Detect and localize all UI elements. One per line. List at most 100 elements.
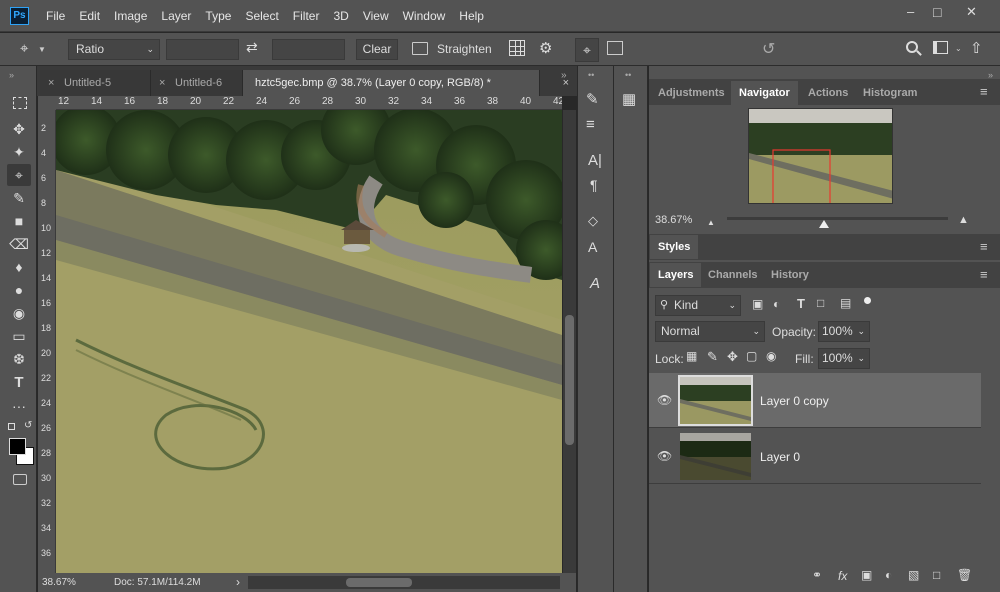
layer-mask-icon[interactable]: ▣ xyxy=(861,568,872,582)
marquee-tool-icon[interactable] xyxy=(13,97,27,109)
tab-hztc5gec[interactable]: hztc5gec.bmp @ 38.7% (Layer 0 copy, RGB/… xyxy=(243,70,569,96)
blend-mode-select[interactable]: Normal ⌄ xyxy=(655,321,765,342)
grid-overlay-icon[interactable] xyxy=(509,40,525,56)
adjustment-layer-icon[interactable]: ◐ xyxy=(885,568,892,582)
swap-icon[interactable]: ⇄ xyxy=(246,39,258,56)
straighten-label[interactable]: Straighten xyxy=(437,42,492,56)
tab-navigator[interactable]: Navigator xyxy=(731,81,798,105)
layer-name[interactable]: Layer 0 copy xyxy=(760,394,829,408)
blur-tool-icon[interactable]: ● xyxy=(7,279,31,301)
collapse-icon[interactable]: •• xyxy=(588,70,594,80)
eraser-tool-icon[interactable]: ⌫ xyxy=(7,233,31,255)
navigator-zoom[interactable]: 38.67% xyxy=(655,214,692,226)
panel-menu-icon[interactable]: ≡ xyxy=(980,239,988,254)
stamp-tool-icon[interactable]: ■ xyxy=(7,210,31,232)
tab-untitled-5[interactable]: × Untitled-5 xyxy=(40,70,151,96)
menu-filter[interactable]: Filter xyxy=(293,9,320,23)
eyedropper-icon[interactable]: ❆ xyxy=(7,348,31,370)
chevron-down-icon[interactable]: ⌄ xyxy=(955,44,962,53)
status-menu-icon[interactable]: › xyxy=(236,573,240,592)
swap-colors-icon[interactable]: ↺ xyxy=(24,420,32,431)
new-layer-icon[interactable]: □ xyxy=(933,568,940,582)
reset-icon[interactable]: ↺ xyxy=(762,39,775,59)
fx-icon[interactable]: fx xyxy=(838,569,847,583)
glyphs-icon[interactable]: A xyxy=(590,275,600,292)
zoom-level[interactable]: 38.67% xyxy=(42,573,76,592)
shape-filter-icon[interactable]: □ xyxy=(817,296,824,310)
tab-histogram[interactable]: Histogram xyxy=(855,81,925,105)
link-layers-icon[interactable]: ⚭ xyxy=(812,568,822,582)
type-tool-icon[interactable]: T xyxy=(7,372,31,394)
tab-adjustments[interactable]: Adjustments xyxy=(650,81,733,105)
close-icon[interactable]: × xyxy=(159,70,165,96)
gear-icon[interactable]: ⚙ xyxy=(539,39,552,57)
layer-filter-select[interactable]: ⚲ Kind ⌄ xyxy=(655,295,741,316)
zoom-out-icon[interactable]: ▲ xyxy=(707,218,715,227)
character-styles-icon[interactable]: ◇ xyxy=(588,213,598,229)
layer-row[interactable]: 👁 Layer 0 copy xyxy=(649,373,981,428)
workspace-icon[interactable] xyxy=(933,41,948,54)
pixel-filter-icon[interactable]: ▣ xyxy=(752,297,763,311)
quick-mask-icon[interactable] xyxy=(13,474,27,485)
menu-file[interactable]: File xyxy=(46,9,65,23)
horizontal-scrollbar[interactable] xyxy=(248,576,560,589)
menu-help[interactable]: Help xyxy=(459,9,484,23)
lock-transparent-icon[interactable]: ▦ xyxy=(686,349,697,363)
collapse-toolbar-icon[interactable]: » xyxy=(9,70,14,80)
dodge-tool-icon[interactable]: ◉ xyxy=(7,302,31,324)
ratio-height-input[interactable] xyxy=(272,39,345,60)
menu-3d[interactable]: 3D xyxy=(333,9,348,23)
visibility-eye-icon[interactable]: 👁 xyxy=(657,393,672,407)
scrollbar-thumb[interactable] xyxy=(346,578,412,587)
tab-untitled-6[interactable]: × Untitled-6 xyxy=(151,70,243,96)
shape-tool-icon[interactable]: ▭ xyxy=(7,325,31,347)
menu-image[interactable]: Image xyxy=(114,9,147,23)
menu-view[interactable]: View xyxy=(363,9,389,23)
lock-artboard-icon[interactable]: ▢ xyxy=(746,349,757,363)
smart-object-filter-icon[interactable]: ▤ xyxy=(840,296,851,310)
chevron-down-icon[interactable]: ▼ xyxy=(38,45,46,54)
brush-presets-icon[interactable]: ≡ xyxy=(586,116,595,133)
lock-pixels-icon[interactable]: ✎ xyxy=(707,349,718,365)
panel-menu-icon[interactable]: ≡ xyxy=(980,84,988,99)
lock-all-icon[interactable]: ◉ xyxy=(766,349,776,363)
type-filter-icon[interactable]: T xyxy=(797,296,805,311)
layer-name[interactable]: Layer 0 xyxy=(760,450,800,464)
layer-row[interactable]: 👁 Layer 0 xyxy=(649,429,981,484)
menu-layer[interactable]: Layer xyxy=(161,9,191,23)
menu-select[interactable]: Select xyxy=(245,9,278,23)
close-icon[interactable]: ✕ xyxy=(966,4,977,20)
default-colors-icon[interactable] xyxy=(8,423,15,430)
navigator-zoom-slider[interactable] xyxy=(727,217,948,220)
trash-icon[interactable]: 🗑 xyxy=(957,568,972,582)
filter-toggle-icon[interactable] xyxy=(864,297,871,304)
tab-actions[interactable]: Actions xyxy=(800,81,856,105)
clear-button[interactable]: Clear xyxy=(356,39,398,60)
share-icon[interactable]: ⇧ xyxy=(970,39,983,57)
foreground-color-swatch[interactable] xyxy=(9,438,26,455)
tab-channels[interactable]: Channels xyxy=(700,263,766,287)
content-aware-icon[interactable] xyxy=(607,41,623,55)
paragraph-icon[interactable]: ¶ xyxy=(590,177,598,193)
panel-menu-icon[interactable]: ≡ xyxy=(980,267,988,282)
brush-settings-icon[interactable]: ✎ xyxy=(586,90,599,108)
brush-tool-icon[interactable]: ✎ xyxy=(7,187,31,209)
character-icon[interactable]: A| xyxy=(588,152,602,169)
magic-wand-icon[interactable]: ✦ xyxy=(7,141,31,163)
tab-layers[interactable]: Layers xyxy=(650,263,702,287)
zoom-in-icon[interactable]: ▲ xyxy=(958,214,969,226)
lock-position-icon[interactable]: ✥ xyxy=(727,349,738,365)
adjustment-filter-icon[interactable]: ◐ xyxy=(773,297,780,311)
expand-icon[interactable]: » xyxy=(561,70,567,81)
paint-bucket-icon[interactable]: ♦ xyxy=(7,256,31,278)
maximize-icon[interactable]: □ xyxy=(933,4,941,20)
ratio-select[interactable]: Ratio ⌄ xyxy=(68,39,160,60)
close-icon[interactable]: × xyxy=(48,70,54,96)
straighten-icon[interactable] xyxy=(412,42,428,55)
fill-input[interactable]: 100% ⌄ xyxy=(818,348,870,369)
crop-tool-icon[interactable]: ⌖ xyxy=(7,164,31,186)
properties-icon[interactable]: ▦ xyxy=(622,90,636,108)
menu-window[interactable]: Window xyxy=(403,9,446,23)
group-folder-icon[interactable]: ▧ xyxy=(908,568,919,582)
visibility-eye-icon[interactable]: 👁 xyxy=(657,449,672,463)
